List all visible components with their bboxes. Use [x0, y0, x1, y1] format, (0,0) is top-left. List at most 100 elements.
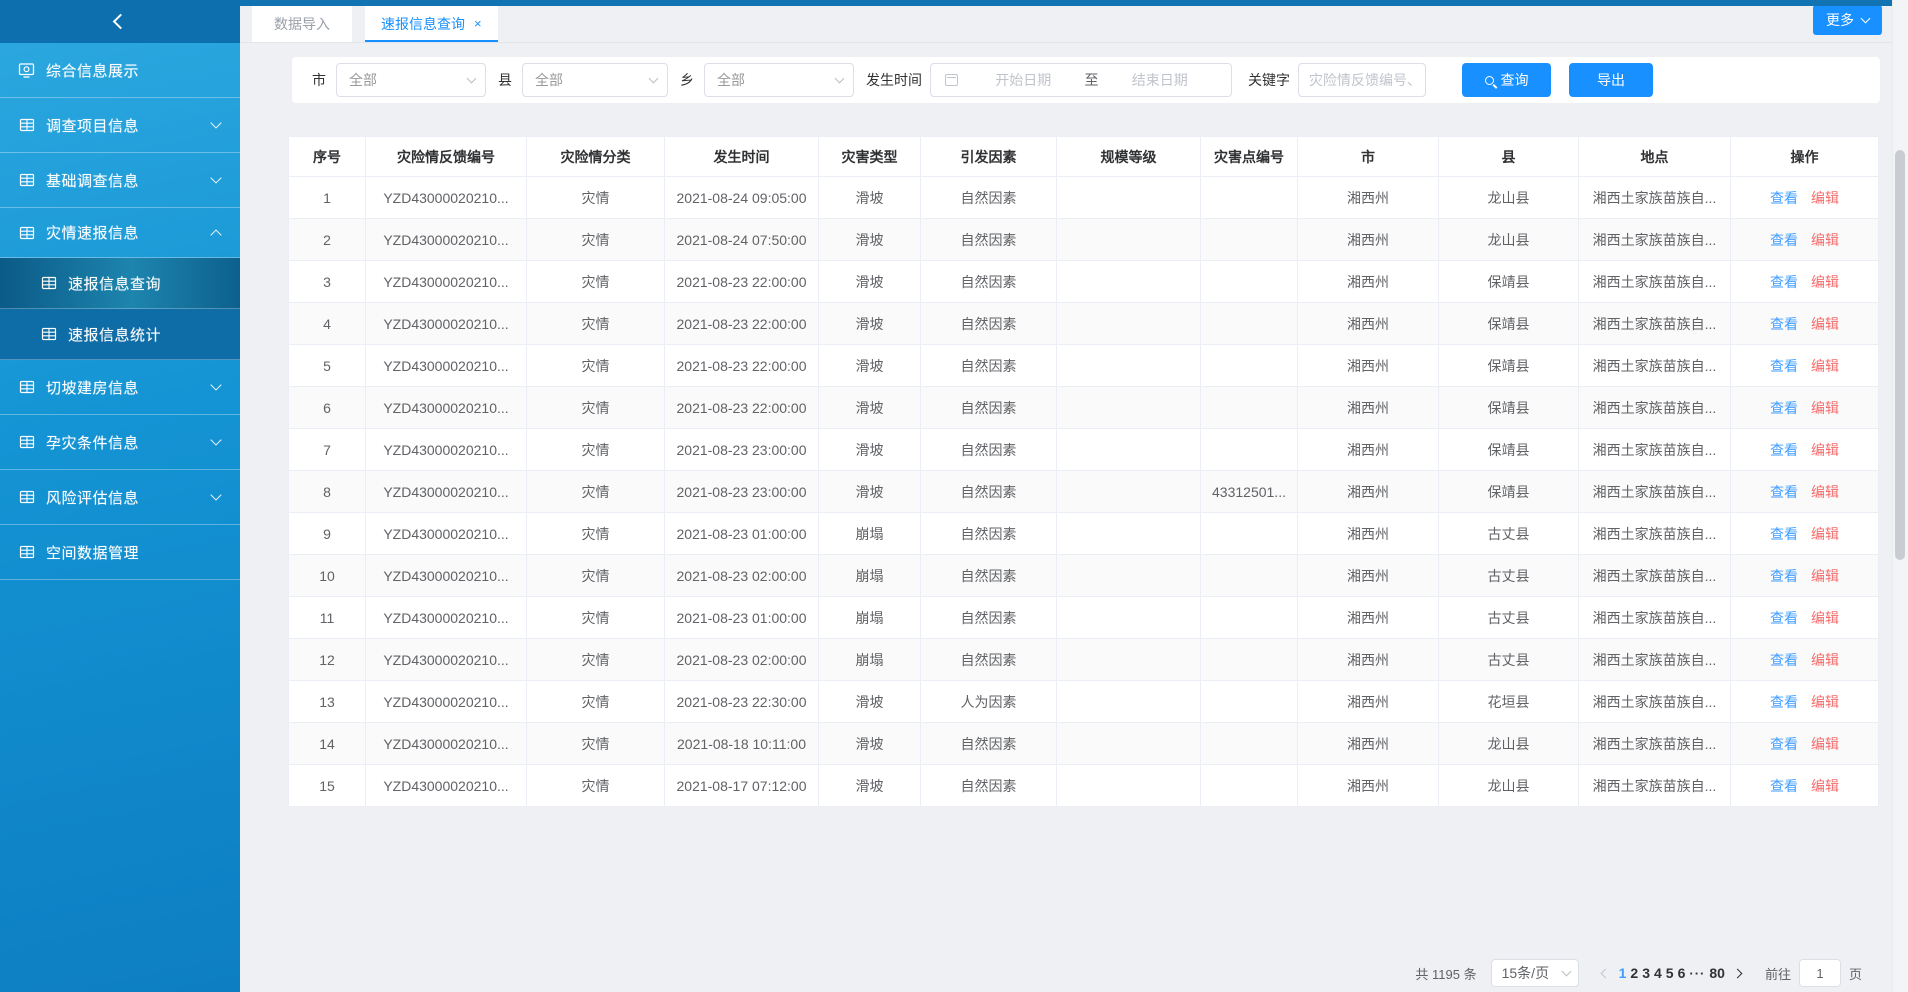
- table-row: 1YZD43000020210...灾情2021-08-24 09:05:00滑…: [289, 177, 1879, 219]
- view-link[interactable]: 查看: [1770, 232, 1798, 248]
- edit-link[interactable]: 编辑: [1811, 442, 1839, 458]
- edit-link[interactable]: 编辑: [1811, 778, 1839, 794]
- view-link[interactable]: 查看: [1770, 526, 1798, 542]
- edit-link[interactable]: 编辑: [1811, 190, 1839, 206]
- cell-city: 湘西州: [1298, 681, 1439, 723]
- cell-scale: [1057, 597, 1201, 639]
- page-number-1[interactable]: 1: [1619, 965, 1627, 981]
- view-link[interactable]: 查看: [1770, 484, 1798, 500]
- export-button[interactable]: 导出: [1569, 63, 1653, 97]
- page-number-2[interactable]: 2: [1630, 965, 1638, 981]
- edit-link[interactable]: 编辑: [1811, 484, 1839, 500]
- sidebar-item-overview[interactable]: 综合信息展示: [0, 43, 240, 98]
- sidebar-item-risk-assessment[interactable]: 风险评估信息: [0, 470, 240, 525]
- edit-link[interactable]: 编辑: [1811, 526, 1839, 542]
- view-link[interactable]: 查看: [1770, 274, 1798, 290]
- cell-operations: 查看编辑: [1731, 219, 1879, 261]
- results-table: 序号灾险情反馈编号灾险情分类发生时间灾害类型引发因素规模等级灾害点编号市县地点操…: [288, 136, 1879, 807]
- page-number-6[interactable]: 6: [1678, 965, 1686, 981]
- table-row: 10YZD43000020210...灾情2021-08-23 02:00:00…: [289, 555, 1879, 597]
- view-link[interactable]: 查看: [1770, 778, 1798, 794]
- sidebar-item-label: 速报信息查询: [68, 273, 220, 294]
- cell-city: 湘西州: [1298, 597, 1439, 639]
- table-row: 14YZD43000020210...灾情2021-08-18 10:11:00…: [289, 723, 1879, 765]
- view-link[interactable]: 查看: [1770, 652, 1798, 668]
- county-select[interactable]: 全部: [522, 63, 668, 97]
- edit-link[interactable]: 编辑: [1811, 274, 1839, 290]
- cell-location: 湘西土家族苗族自...: [1579, 765, 1731, 807]
- more-pages-indicator[interactable]: ···: [1689, 966, 1705, 981]
- column-header: 县: [1439, 137, 1579, 177]
- tab-report-query[interactable]: 速报信息查询×: [365, 5, 498, 42]
- view-link[interactable]: 查看: [1770, 358, 1798, 374]
- close-icon[interactable]: ×: [474, 17, 482, 30]
- sidebar-item-slope-housing[interactable]: 切坡建房信息: [0, 360, 240, 415]
- page-number-4[interactable]: 4: [1654, 965, 1662, 981]
- scrollbar-thumb[interactable]: [1895, 150, 1905, 560]
- view-link[interactable]: 查看: [1770, 190, 1798, 206]
- search-button[interactable]: 查询: [1462, 63, 1551, 97]
- cell-scale: [1057, 261, 1201, 303]
- keyword-input[interactable]: [1298, 63, 1426, 97]
- sidebar-item-report-stats[interactable]: 速报信息统计: [0, 309, 240, 360]
- edit-link[interactable]: 编辑: [1811, 400, 1839, 416]
- page-number-80[interactable]: 80: [1709, 965, 1725, 981]
- page-number-5[interactable]: 5: [1666, 965, 1674, 981]
- cell-category: 灾情: [527, 303, 665, 345]
- cell-code: YZD43000020210...: [366, 639, 527, 681]
- page-size-select[interactable]: 15条/页: [1491, 959, 1579, 987]
- cell-operations: 查看编辑: [1731, 303, 1879, 345]
- page-number-3[interactable]: 3: [1642, 965, 1650, 981]
- prev-page-button[interactable]: [1595, 970, 1617, 977]
- edit-link[interactable]: 编辑: [1811, 610, 1839, 626]
- sidebar-item-spatial-data[interactable]: 空间数据管理: [0, 525, 240, 580]
- chevron-down-icon: [210, 379, 221, 390]
- sidebar-item-basic-survey[interactable]: 基础调查信息: [0, 153, 240, 208]
- cell-operations: 查看编辑: [1731, 345, 1879, 387]
- cell-category: 灾情: [527, 765, 665, 807]
- cell-no: 9: [289, 513, 366, 555]
- sidebar-item-report-query[interactable]: 速报信息查询: [0, 258, 240, 309]
- column-header: 灾险情反馈编号: [366, 137, 527, 177]
- column-header: 规模等级: [1057, 137, 1201, 177]
- date-range-picker[interactable]: 开始日期 至 结束日期: [930, 63, 1232, 97]
- sidebar-item-disaster-report[interactable]: 灾情速报信息: [0, 208, 240, 258]
- edit-link[interactable]: 编辑: [1811, 358, 1839, 374]
- township-select[interactable]: 全部: [704, 63, 854, 97]
- view-link[interactable]: 查看: [1770, 568, 1798, 584]
- cell-time: 2021-08-23 23:00:00: [665, 429, 819, 471]
- cell-city: 湘西州: [1298, 639, 1439, 681]
- cell-operations: 查看编辑: [1731, 555, 1879, 597]
- column-header: 发生时间: [665, 137, 819, 177]
- view-link[interactable]: 查看: [1770, 610, 1798, 626]
- cell-scale: [1057, 219, 1201, 261]
- cell-no: 4: [289, 303, 366, 345]
- edit-link[interactable]: 编辑: [1811, 568, 1839, 584]
- goto-page-input[interactable]: [1799, 959, 1841, 987]
- cell-location: 湘西土家族苗族自...: [1579, 513, 1731, 555]
- sidebar-item-hazard-condition[interactable]: 孕灾条件信息: [0, 415, 240, 470]
- cell-type: 崩塌: [819, 555, 921, 597]
- view-link[interactable]: 查看: [1770, 400, 1798, 416]
- more-button[interactable]: 更多: [1813, 5, 1882, 35]
- view-link[interactable]: 查看: [1770, 736, 1798, 752]
- view-link[interactable]: 查看: [1770, 694, 1798, 710]
- next-page-button[interactable]: [1727, 970, 1749, 977]
- edit-link[interactable]: 编辑: [1811, 736, 1839, 752]
- cell-scale: [1057, 555, 1201, 597]
- city-select[interactable]: 全部: [336, 63, 486, 97]
- cell-category: 灾情: [527, 681, 665, 723]
- view-link[interactable]: 查看: [1770, 442, 1798, 458]
- view-link[interactable]: 查看: [1770, 316, 1798, 332]
- collapse-sidebar-button[interactable]: [0, 0, 240, 43]
- cell-type: 滑坡: [819, 345, 921, 387]
- edit-link[interactable]: 编辑: [1811, 652, 1839, 668]
- cell-code: YZD43000020210...: [366, 555, 527, 597]
- cell-code: YZD43000020210...: [366, 303, 527, 345]
- edit-link[interactable]: 编辑: [1811, 316, 1839, 332]
- sidebar-item-survey-project[interactable]: 调查项目信息: [0, 98, 240, 153]
- edit-link[interactable]: 编辑: [1811, 694, 1839, 710]
- tab-data-import[interactable]: 数据导入: [252, 5, 352, 42]
- edit-link[interactable]: 编辑: [1811, 232, 1839, 248]
- cell-no: 13: [289, 681, 366, 723]
